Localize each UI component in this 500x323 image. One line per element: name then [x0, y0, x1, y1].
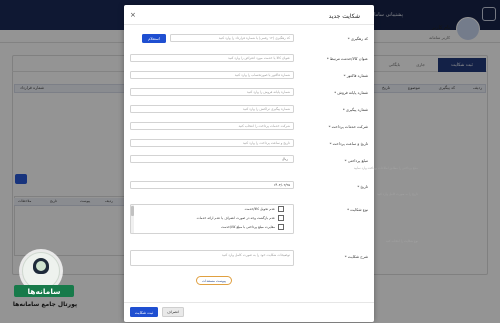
payment-company-select[interactable]: شرکت خدمات پرداخت را انتخاب کنید	[130, 122, 294, 130]
field-label: تاریخ و ساعت پرداخت *	[329, 141, 368, 146]
checkbox-icon[interactable]	[278, 224, 284, 230]
complaint-type-option[interactable]: عدم تحویل کالا/خدمت	[134, 206, 284, 212]
terminal-number-input[interactable]: شماره پایانه فروش را وارد کنید	[130, 88, 294, 96]
description-textarea[interactable]: توضیحات شکایت خود را به صورت کامل وارد ک…	[130, 250, 294, 266]
checkbox-icon[interactable]	[278, 215, 284, 221]
save-button[interactable]: ثبت شکایت	[130, 307, 158, 317]
complaint-type-option[interactable]: عدم بازگشت وجه در صورت انصراف یا عدم ارا…	[134, 215, 284, 221]
watermark-brand: سامانه‌ها	[14, 285, 74, 297]
support-agent-face	[36, 261, 46, 271]
modal-footer-divider	[124, 302, 374, 303]
product-title-input[interactable]: عنوان کالا یا خدمت مورد اعتراض را وارد ک…	[130, 54, 294, 62]
field-label: نوع شکایت *	[347, 207, 368, 212]
tracking-code-input[interactable]: کد رهگیری (۱۲ رقمی) یا شماره قرارداد را …	[170, 34, 294, 42]
inquiry-button[interactable]: استعلام	[142, 34, 166, 43]
payment-datetime-input[interactable]: تاریخ و ساعت پرداخت را وارد کنید	[130, 139, 294, 147]
amount-unit: ریال	[281, 157, 288, 161]
field-label: کد رهگیری *	[347, 36, 368, 41]
amount-input[interactable]	[130, 155, 294, 163]
field-label: شماره پایانه فروش *	[334, 90, 368, 95]
new-complaint-modal	[124, 5, 374, 322]
amount-hint: مبلغ پرداختی را مطابق اطلاعات پرداخت وار…	[353, 166, 418, 170]
field-label: مبلغ پرداختی *	[344, 158, 368, 163]
field-label: عنوان کالا/خدمت مرتبط *	[326, 56, 368, 61]
cancel-button[interactable]: انصراف	[162, 307, 184, 317]
modal-header-divider	[124, 24, 374, 25]
date-input[interactable]: ۱۴۰۳/۰۲/۲۵	[130, 181, 294, 189]
checkbox-icon[interactable]	[278, 206, 284, 212]
attach-documents-button[interactable]: پیوست مستندات	[196, 276, 232, 285]
watermark-subtitle: پورتال جامع سامانه‌ها	[12, 301, 78, 308]
field-label: شرکت خدمات پرداخت *	[328, 124, 368, 129]
date-hint: تاریخ را به صورت کامل وارد کنید	[377, 192, 418, 196]
field-label: تاریخ *	[357, 184, 368, 189]
field-label: شماره فاکتور *	[343, 73, 368, 78]
field-label: شرح شکایت *	[344, 254, 368, 259]
close-icon[interactable]: ×	[130, 11, 136, 19]
tracking-number-input[interactable]: شماره پیگیری تراکنش را وارد کنید	[130, 105, 294, 113]
modal-title: شکایت جدید	[328, 13, 360, 20]
field-label: شماره پیگیری *	[342, 107, 368, 112]
complaint-type-hint: نوع شکایت را انتخاب کنید	[385, 239, 418, 243]
invoice-number-input[interactable]: شماره فاکتور یا صورتحساب را وارد کنید	[130, 71, 294, 79]
complaint-type-option[interactable]: مغایرت مبلغ پرداختی با مبلغ کالا/خدمت	[134, 224, 284, 230]
